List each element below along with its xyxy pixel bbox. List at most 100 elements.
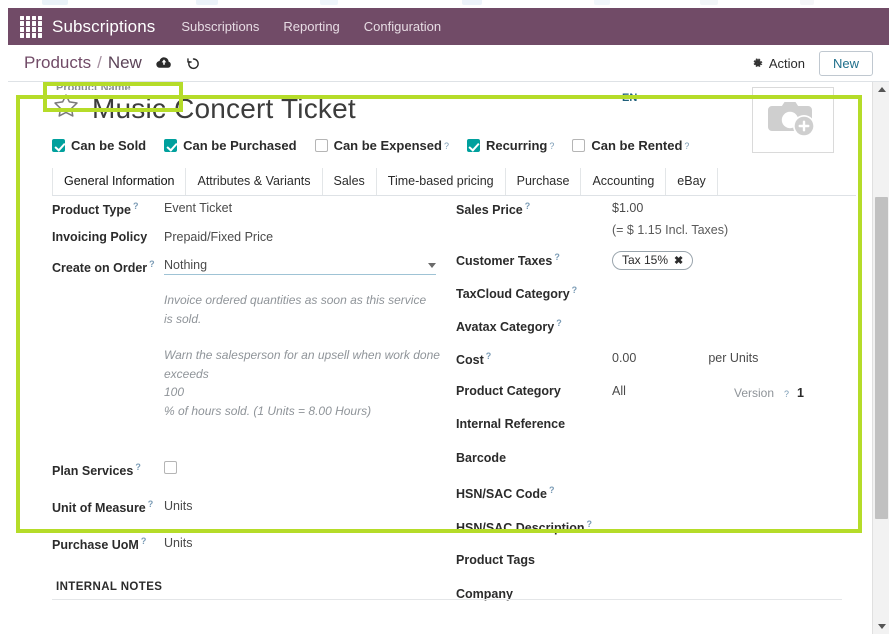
field-value[interactable]: Units: [164, 498, 192, 513]
help-icon[interactable]: ?: [135, 462, 141, 472]
tab-ebay[interactable]: eBay: [666, 168, 718, 195]
help-icon[interactable]: ?: [784, 389, 789, 399]
checkbox-recurring[interactable]: Recurring ?: [466, 138, 554, 153]
browser-chrome-remnant: [0, 0, 889, 8]
vertical-scrollbar[interactable]: [872, 82, 889, 634]
label-text: Purchase UoM: [52, 537, 139, 552]
product-image-upload[interactable]: [752, 87, 834, 153]
help-icon[interactable]: ?: [525, 201, 531, 211]
field-sales-price: Sales Price? $1.00 (= $ 1.15 Incl. Taxes…: [456, 200, 856, 237]
version-indicator: Version? 1: [734, 386, 804, 400]
help-icon[interactable]: ?: [141, 536, 147, 546]
checkbox-can-be-expensed[interactable]: Can be Expensed ?: [314, 138, 449, 153]
field-value[interactable]: Prepaid/Fixed Price: [164, 229, 273, 244]
field-value[interactable]: Event Ticket: [164, 200, 232, 215]
navbar-menu-subscriptions[interactable]: Subscriptions: [181, 19, 259, 34]
field-value[interactable]: All: [612, 383, 626, 398]
checkbox-box[interactable]: [572, 139, 586, 152]
help-icon[interactable]: ?: [133, 201, 139, 211]
tab-attributes-variants[interactable]: Attributes & Variants: [186, 168, 323, 195]
help-icon[interactable]: ?: [149, 259, 155, 269]
field-label: Product Type?: [52, 200, 164, 217]
help-icon[interactable]: ?: [549, 141, 554, 151]
help-icon[interactable]: ?: [148, 499, 154, 509]
plan-services-checkbox[interactable]: [164, 460, 177, 474]
checkbox-box[interactable]: [52, 139, 65, 152]
help-icon[interactable]: ?: [549, 485, 555, 495]
field-taxcloud-category: TaxCloud Category?: [456, 284, 856, 303]
checkbox-box[interactable]: [164, 139, 178, 152]
navbar-menu-configuration[interactable]: Configuration: [364, 19, 441, 34]
checkbox-label: Can be Purchased: [183, 138, 297, 153]
field-customer-taxes: Customer Taxes? Tax 15% ✖: [456, 251, 856, 270]
label-text: Create on Order: [52, 261, 148, 276]
undo-icon[interactable]: [186, 56, 201, 71]
help-icon[interactable]: ?: [684, 141, 689, 151]
cost-value[interactable]: 0.00: [612, 350, 636, 365]
scroll-down-arrow[interactable]: [873, 619, 889, 634]
form-left-column: Product Type? Event Ticket Invoicing Pol…: [52, 200, 442, 564]
field-value[interactable]: $1.00: [612, 200, 728, 215]
sales-price-incl-taxes: (= $ 1.15 Incl. Taxes): [612, 223, 729, 237]
browser-tab-ghost: [196, 0, 218, 5]
cloud-upload-icon[interactable]: [156, 56, 172, 70]
label-text: Avatax Category: [456, 320, 555, 335]
help-icon[interactable]: ?: [444, 141, 449, 151]
new-button[interactable]: New: [818, 50, 873, 76]
help-icon[interactable]: ?: [556, 318, 562, 328]
create-on-order-select[interactable]: Nothing: [164, 258, 436, 275]
field-company: Company: [456, 586, 856, 605]
field-label: HSN/SAC Code?: [456, 484, 612, 501]
tab-time-based-pricing[interactable]: Time-based pricing: [377, 168, 506, 195]
help-icon[interactable]: ?: [554, 252, 560, 262]
tab-sales[interactable]: Sales: [323, 168, 377, 195]
field-cost: Cost? 0.00 per Units: [456, 350, 856, 369]
label-text: HSN/SAC Description: [456, 521, 585, 536]
control-panel-right: Action New: [751, 50, 873, 76]
sales-price-group: $1.00 (= $ 1.15 Incl. Taxes): [612, 200, 728, 237]
breadcrumb: Products / New: [24, 53, 142, 73]
star-icon[interactable]: [52, 92, 80, 125]
tab-accounting[interactable]: Accounting: [581, 168, 667, 195]
page-right-margin: [856, 82, 872, 634]
action-button-label: Action: [768, 55, 805, 71]
tab-general-information[interactable]: General Information: [52, 168, 187, 195]
tab-purchase[interactable]: Purchase: [506, 168, 582, 195]
help-icon[interactable]: ?: [587, 519, 593, 529]
field-value[interactable]: Units: [164, 535, 192, 550]
invoicing-help-text: Invoice ordered quantities as soon as th…: [164, 291, 442, 328]
language-badge[interactable]: EN: [622, 92, 637, 104]
checkbox-box[interactable]: [314, 139, 328, 152]
page-title[interactable]: Music Concert Ticket: [92, 93, 356, 125]
version-value[interactable]: 1: [797, 386, 804, 400]
scrollbar-thumb[interactable]: [875, 197, 888, 519]
scroll-up-arrow[interactable]: [873, 82, 889, 97]
field-label: Cost?: [456, 350, 612, 367]
checkbox-can-be-rented[interactable]: Can be Rented ?: [572, 138, 689, 153]
checkbox-can-be-purchased[interactable]: Can be Purchased: [164, 138, 297, 153]
field-label: Sales Price?: [456, 200, 612, 217]
help-icon[interactable]: ?: [572, 285, 578, 295]
field-product-tags: Product Tags: [456, 552, 856, 571]
help-icon[interactable]: ?: [486, 351, 492, 361]
browser-tab-ghost: [800, 0, 814, 5]
field-hsn-sac-code: HSN/SAC Code?: [456, 484, 856, 503]
field-product-type: Product Type? Event Ticket: [52, 200, 442, 219]
tax-tag[interactable]: Tax 15% ✖: [612, 251, 694, 270]
field-label: Invoicing Policy: [52, 230, 148, 244]
close-icon[interactable]: ✖: [674, 254, 683, 267]
chevron-down-icon[interactable]: [428, 262, 436, 268]
breadcrumb-products[interactable]: Products: [24, 53, 91, 73]
action-button[interactable]: Action: [751, 56, 805, 71]
apps-grid-icon[interactable]: [20, 15, 42, 38]
navbar-menu-reporting[interactable]: Reporting: [283, 19, 339, 34]
label-text: Customer Taxes: [456, 254, 553, 269]
field-invoicing-policy: Invoicing Policy Prepaid/Fixed Price: [52, 229, 442, 248]
app-title[interactable]: Subscriptions: [52, 17, 155, 37]
field-label: TaxCloud Category?: [456, 284, 612, 301]
upsell-threshold-input[interactable]: 100: [164, 383, 432, 402]
form-sheet: Product Name Music Concert Ticket EN Can…: [8, 82, 872, 634]
checkbox-box[interactable]: [466, 139, 480, 152]
checkbox-can-be-sold[interactable]: Can be Sold: [52, 138, 146, 153]
tax-tag-label: Tax 15%: [622, 253, 669, 267]
